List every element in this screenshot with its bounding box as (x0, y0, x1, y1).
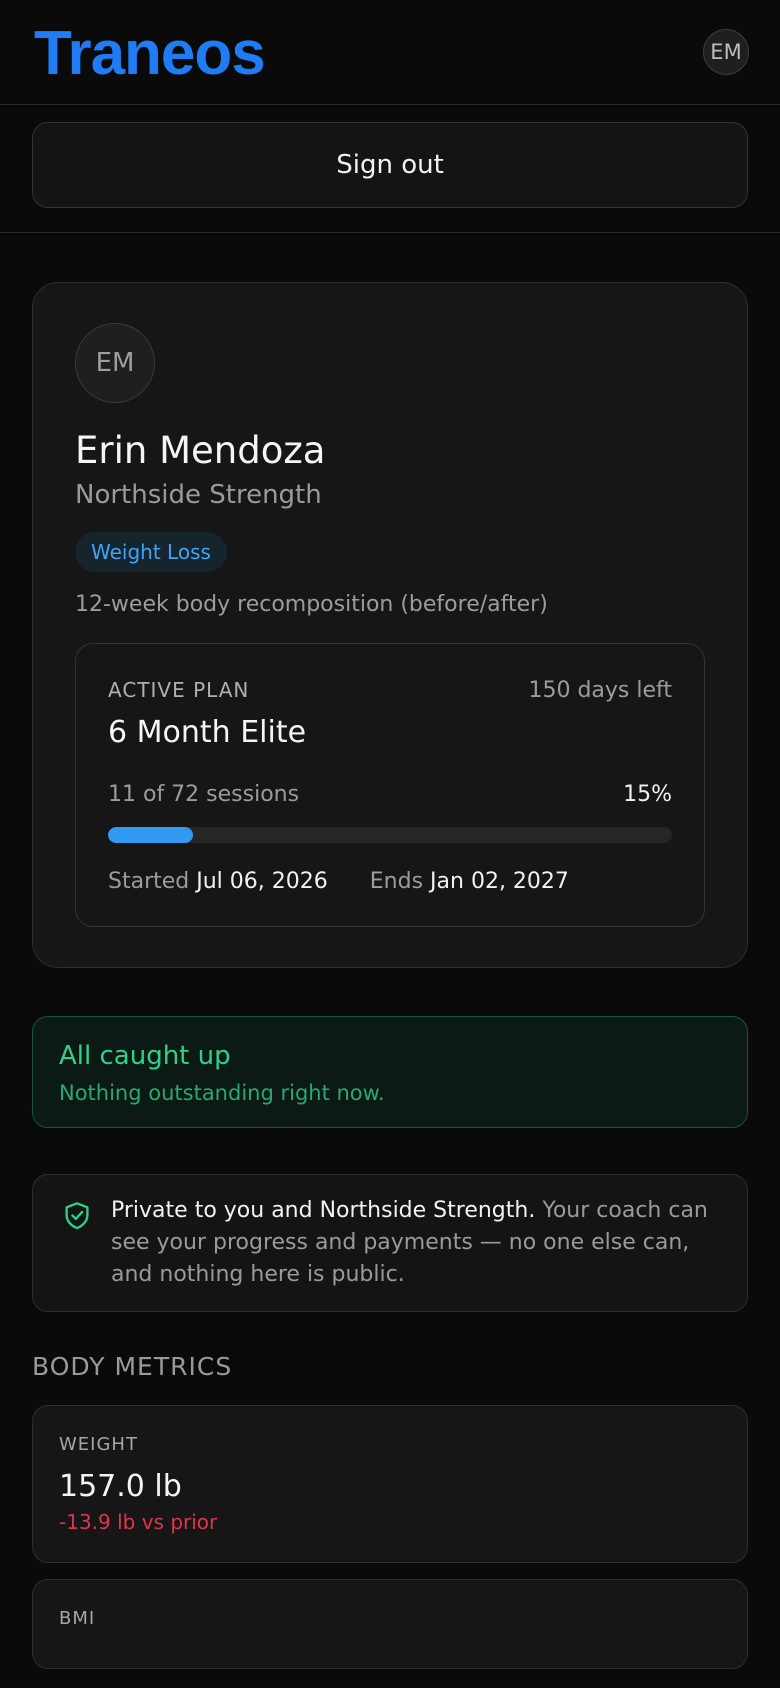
plan-header: ACTIVE PLAN 150 days left (108, 678, 672, 703)
privacy-strong: Private to you and Northside Strength. (111, 1198, 536, 1223)
started-date: Jul 06, 2026 (196, 869, 328, 894)
progress-bar-fill (108, 827, 193, 843)
metric-label: BMI (59, 1608, 96, 1629)
status-subtitle: Nothing outstanding right now. (59, 1081, 385, 1105)
active-plan-card: ACTIVE PLAN 150 days left 6 Month Elite … (75, 643, 705, 927)
account-avatar[interactable]: EM (703, 29, 749, 75)
gym-name: Northside Strength (75, 480, 322, 510)
sessions-row: 11 of 72 sessions 15% (108, 782, 672, 807)
ends-label: Ends (369, 869, 424, 894)
metric-card-weight[interactable]: WEIGHT 157.0 lb -13.9 lb vs prior (32, 1405, 748, 1563)
app-logo[interactable]: Traneos (34, 18, 266, 89)
client-name: Erin Mendoza (75, 429, 326, 472)
shield-check-icon (63, 1201, 91, 1291)
status-banner: All caught up Nothing outstanding right … (32, 1016, 748, 1128)
goal-description: 12-week body recomposition (before/after… (75, 592, 548, 617)
end-date: Jan 02, 2027 (430, 869, 569, 894)
sessions-count: 11 of 72 sessions (108, 782, 300, 807)
progress-bar (108, 827, 672, 843)
plan-dates: Started Jul 06, 2026 Ends Jan 02, 2027 (108, 869, 672, 894)
metric-delta: -13.9 lb vs prior (59, 1510, 218, 1534)
privacy-text: Private to you and Northside Strength. Y… (111, 1195, 721, 1291)
metric-label: WEIGHT (59, 1434, 138, 1455)
metric-value: 157.0 lb (59, 1469, 182, 1504)
plan-label: ACTIVE PLAN (108, 678, 250, 702)
top-bar: Traneos EM (0, 0, 780, 105)
profile-avatar: EM (75, 323, 155, 403)
metric-card-bmi[interactable]: BMI (32, 1579, 748, 1669)
privacy-notice: Private to you and Northside Strength. Y… (32, 1174, 748, 1312)
days-left: 150 days left (528, 678, 672, 703)
sign-out-button[interactable]: Sign out (32, 122, 748, 208)
body-metrics-title: BODY METRICS (32, 1352, 233, 1381)
status-title: All caught up (59, 1041, 231, 1071)
goal-tag: Weight Loss (75, 532, 227, 572)
signout-section: Sign out (0, 105, 780, 233)
progress-percent: 15% (623, 782, 672, 807)
profile-card: EM Erin Mendoza Northside Strength Weigh… (32, 282, 748, 968)
started-label: Started (108, 869, 190, 894)
plan-name: 6 Month Elite (108, 715, 307, 750)
